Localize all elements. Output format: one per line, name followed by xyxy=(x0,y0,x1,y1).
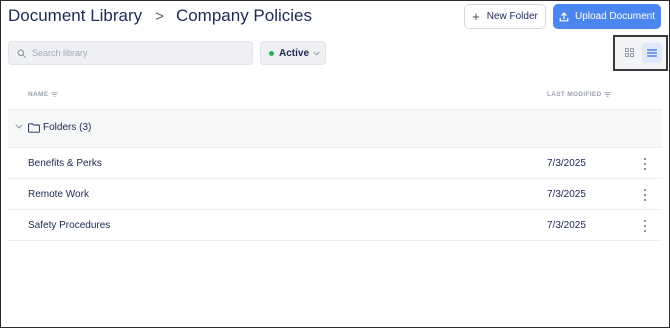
view-toggle xyxy=(613,35,668,71)
search-box[interactable] xyxy=(8,41,253,65)
app-window: Document Library > Company Policies + Ne… xyxy=(0,0,670,328)
list-view-button[interactable] xyxy=(642,43,662,63)
list-icon xyxy=(646,44,658,62)
more-options-icon[interactable] xyxy=(641,158,649,170)
column-header-last-modified[interactable]: LAST MODIFIED xyxy=(547,91,612,98)
plus-icon: + xyxy=(472,9,480,24)
folder-group-label: Folders (3) xyxy=(43,122,92,133)
breadcrumb: Document Library > Company Policies xyxy=(8,6,312,26)
breadcrumb-current: Company Policies xyxy=(175,6,312,25)
row-name[interactable]: Safety Procedures xyxy=(28,220,110,231)
search-input[interactable] xyxy=(32,48,232,58)
table-row[interactable]: Safety Procedures 7/3/2025 xyxy=(8,210,662,241)
breadcrumb-separator: > xyxy=(155,7,164,25)
new-folder-button[interactable]: + New Folder xyxy=(464,4,546,29)
breadcrumb-root[interactable]: Document Library xyxy=(8,6,142,26)
row-name[interactable]: Remote Work xyxy=(28,189,89,200)
status-filter-value: Active xyxy=(279,47,310,59)
upload-document-label: Upload Document xyxy=(574,11,656,22)
table-row[interactable]: Remote Work 7/3/2025 xyxy=(8,179,662,210)
column-modified-label: LAST MODIFIED xyxy=(547,91,602,98)
row-name[interactable]: Benefits & Perks xyxy=(28,158,102,169)
table-header: NAME LAST MODIFIED xyxy=(8,78,662,110)
sort-icon xyxy=(51,92,59,97)
column-name-label: NAME xyxy=(28,91,49,98)
page-header: Document Library > Company Policies + Ne… xyxy=(1,1,669,35)
row-modified-date: 7/3/2025 xyxy=(547,158,586,169)
column-header-name[interactable]: NAME xyxy=(28,91,59,98)
documents-table: NAME LAST MODIFIED Folders (3) Benefits … xyxy=(8,78,662,241)
search-icon xyxy=(17,49,26,58)
row-modified-date: 7/3/2025 xyxy=(547,220,586,231)
status-filter-dropdown[interactable]: Active xyxy=(260,41,326,65)
new-folder-label: New Folder xyxy=(486,11,538,22)
table-row[interactable]: Benefits & Perks 7/3/2025 xyxy=(8,148,662,179)
chevron-down-icon xyxy=(313,51,320,56)
upload-icon xyxy=(559,11,569,22)
folder-group-row[interactable]: Folders (3) xyxy=(8,110,662,148)
sort-icon xyxy=(604,92,612,97)
more-options-icon[interactable] xyxy=(641,220,649,232)
chevron-down-icon[interactable] xyxy=(15,124,23,129)
upload-document-button[interactable]: Upload Document xyxy=(553,4,661,29)
grid-icon xyxy=(624,44,634,62)
row-modified-date: 7/3/2025 xyxy=(547,189,586,200)
grid-view-button[interactable] xyxy=(619,43,639,63)
more-options-icon[interactable] xyxy=(641,189,649,201)
folder-icon xyxy=(28,123,40,133)
status-indicator-dot xyxy=(269,50,274,56)
